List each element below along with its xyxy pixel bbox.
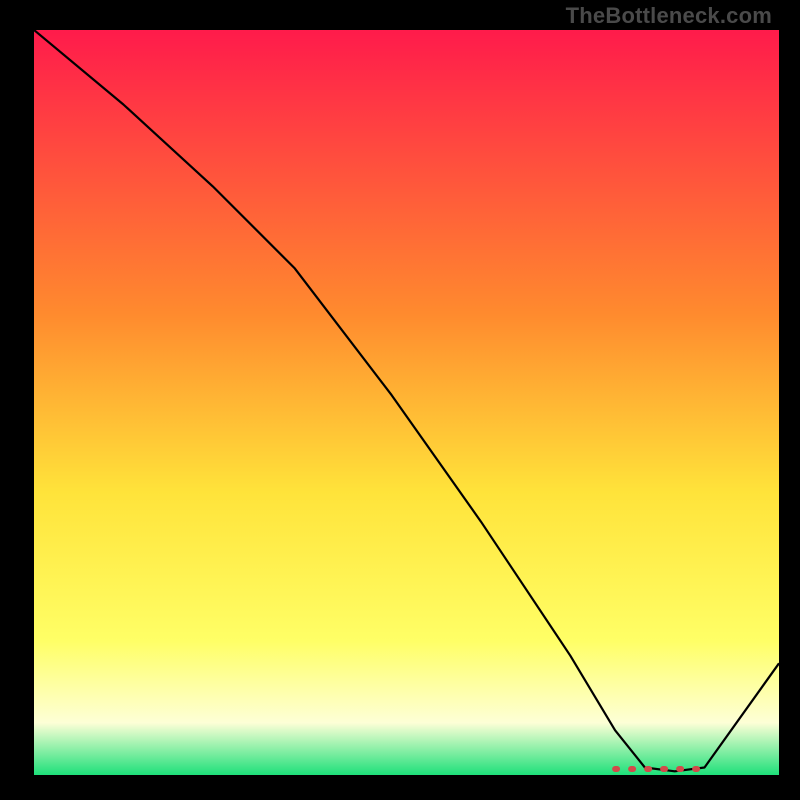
curve-layer [34, 30, 779, 775]
watermark-text: TheBottleneck.com [566, 3, 772, 29]
plot-area [34, 30, 779, 775]
bottleneck-curve [34, 30, 779, 771]
chart-stage: TheBottleneck.com [0, 0, 800, 800]
